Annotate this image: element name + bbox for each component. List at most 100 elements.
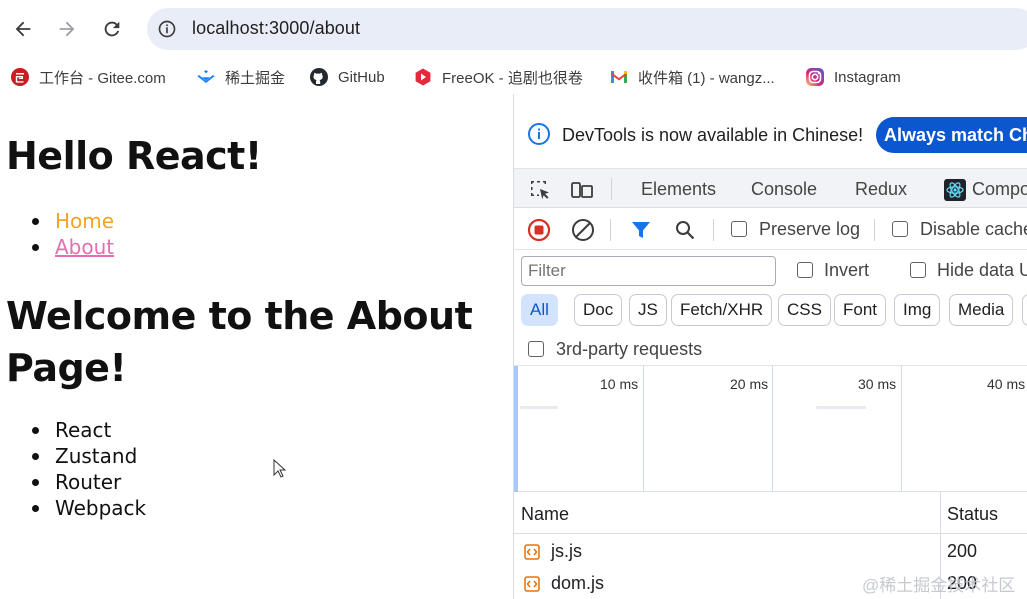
type-filter-all[interactable]: All [521, 294, 558, 326]
network-timeline[interactable]: 10 ms 20 ms 30 ms 40 ms [514, 366, 1027, 492]
timeline-gridline [643, 366, 644, 492]
invert-label: Invert [824, 260, 870, 280]
timeline-tick: 30 ms [858, 376, 897, 392]
request-name: js.js [551, 541, 582, 561]
resource-type-filters: All Doc JS Fetch/XHR CSS Font Img Media [514, 290, 1027, 330]
type-filter-img[interactable]: Img [894, 294, 941, 326]
type-filter-js[interactable]: JS [629, 294, 667, 326]
bookmark-label: 稀土掘金 [225, 69, 286, 87]
browser-toolbar: localhost:3000/about [0, 0, 1027, 58]
banner-text: DevTools is now available in Chinese! [562, 125, 864, 145]
tab-console[interactable]: Console [751, 179, 817, 200]
timeline-bar [816, 406, 866, 409]
divider [611, 178, 612, 200]
list-item: Zustand [31, 443, 146, 469]
script-file-icon [524, 576, 540, 592]
react-components-icon [944, 179, 966, 201]
type-filter-doc[interactable]: Doc [574, 294, 623, 326]
record-stop-icon[interactable] [527, 218, 551, 242]
type-filter-media[interactable]: Media [949, 294, 1014, 326]
devtools-tabbar: Elements Console Redux Components [514, 168, 1027, 208]
divider [713, 219, 714, 241]
timeline-marker [514, 366, 518, 492]
forward-button[interactable] [52, 14, 82, 44]
page-content: Hello React! Home About Welcome to the A… [0, 94, 513, 599]
nav-link-about[interactable]: About [55, 235, 114, 259]
script-file-icon [524, 544, 540, 560]
bookmark-label: FreeOK - 追剧也很卷 [442, 69, 583, 87]
timeline-gridline [901, 366, 902, 492]
filter-icon[interactable] [629, 218, 653, 242]
inspect-element-icon[interactable] [528, 178, 552, 202]
bookmark-instagram[interactable]: Instagram [805, 65, 901, 89]
third-party-label: 3rd-party requests [556, 339, 703, 359]
instagram-icon [805, 67, 825, 87]
freeok-icon [413, 67, 433, 87]
search-icon[interactable] [673, 218, 697, 242]
list-item: Router [31, 469, 146, 495]
timeline-tick: 40 ms [987, 376, 1026, 392]
third-party-row: 3rd-party requests [514, 332, 1027, 366]
devtools-panel: DevTools is now available in Chinese! Al… [513, 94, 1027, 599]
type-filter-css[interactable]: CSS [778, 294, 831, 326]
divider [874, 219, 875, 241]
preserve-log-label: Preserve log [759, 219, 861, 239]
tab-elements[interactable]: Elements [641, 179, 716, 200]
watermark: @稀土掘金技术社区 [862, 576, 1016, 595]
disable-cache-label: Disable cache [920, 219, 1027, 239]
always-match-language-button[interactable]: Always match Chrome's language [876, 117, 1027, 153]
bookmark-gmail[interactable]: 收件箱 (1) - wangz... [609, 65, 775, 89]
nav-item-about: About [31, 234, 114, 260]
bookmark-juejin[interactable]: 稀土掘金 [196, 65, 285, 89]
bookmark-label: 工作台 - Gitee.com [39, 69, 166, 87]
nav-link-home[interactable]: Home [55, 209, 114, 233]
timeline-gridline [772, 366, 773, 492]
filter-input[interactable] [521, 256, 776, 286]
bookmark-label: GitHub [338, 68, 385, 86]
language-banner: DevTools is now available in Chinese! Al… [514, 94, 1027, 168]
disable-cache-checkbox[interactable] [892, 221, 908, 237]
bookmark-github[interactable]: GitHub [309, 65, 385, 89]
welcome-heading: Welcome to the About Page! [6, 294, 473, 390]
tech-list: React Zustand Router Webpack [31, 417, 147, 521]
timeline-bar [520, 406, 558, 409]
hide-data-urls-label: Hide data URLs [937, 260, 1027, 280]
filter-row: Invert Hide data URLs [514, 250, 1027, 290]
juejin-icon [196, 67, 216, 87]
back-button[interactable] [8, 14, 38, 44]
network-toolbar: Preserve log Disable cache [514, 208, 1027, 250]
timeline-tick: 10 ms [600, 376, 639, 392]
url-text[interactable]: localhost:3000/about [192, 18, 360, 39]
list-item: Webpack [31, 496, 147, 520]
column-header-status[interactable]: Status [947, 504, 998, 525]
third-party-checkbox[interactable] [528, 341, 544, 357]
page-title: Hello React! [6, 134, 262, 178]
gitee-icon [10, 67, 30, 87]
bookmark-gitee[interactable]: 工作台 - Gitee.com [10, 65, 166, 89]
reload-button[interactable] [97, 14, 127, 44]
device-toolbar-icon[interactable] [570, 178, 594, 202]
bookmark-label: 收件箱 (1) - wangz... [638, 69, 775, 87]
clear-icon[interactable] [571, 218, 595, 242]
column-header-name[interactable]: Name [521, 504, 569, 525]
address-bar[interactable]: localhost:3000/about [147, 8, 1027, 50]
tab-components[interactable]: Components [972, 179, 1027, 200]
timeline-tick: 20 ms [730, 376, 769, 392]
info-icon[interactable] [157, 19, 177, 39]
hide-data-urls-checkbox[interactable] [910, 262, 926, 278]
type-filter-font[interactable]: Font [834, 294, 887, 326]
arrow-right-icon [59, 21, 75, 37]
invert-checkbox[interactable] [797, 262, 813, 278]
tab-redux[interactable]: Redux [855, 179, 907, 200]
bookmark-freeok[interactable]: FreeOK - 追剧也很卷 [413, 65, 583, 89]
github-icon [309, 67, 329, 87]
list-item: React [31, 417, 146, 443]
table-row[interactable]: js.js 200 [514, 536, 1027, 568]
type-filter-fetch-xhr[interactable]: Fetch/XHR [671, 294, 773, 326]
bookmarks-bar: 工作台 - Gitee.com 稀土掘金 GitHub FreeOK - 追剧也… [0, 58, 1027, 94]
request-name: dom.js [551, 573, 605, 593]
type-filter-more[interactable] [1022, 294, 1027, 326]
nav-item-home: Home [31, 208, 114, 234]
preserve-log-checkbox[interactable] [731, 221, 747, 237]
reload-icon [104, 21, 120, 37]
